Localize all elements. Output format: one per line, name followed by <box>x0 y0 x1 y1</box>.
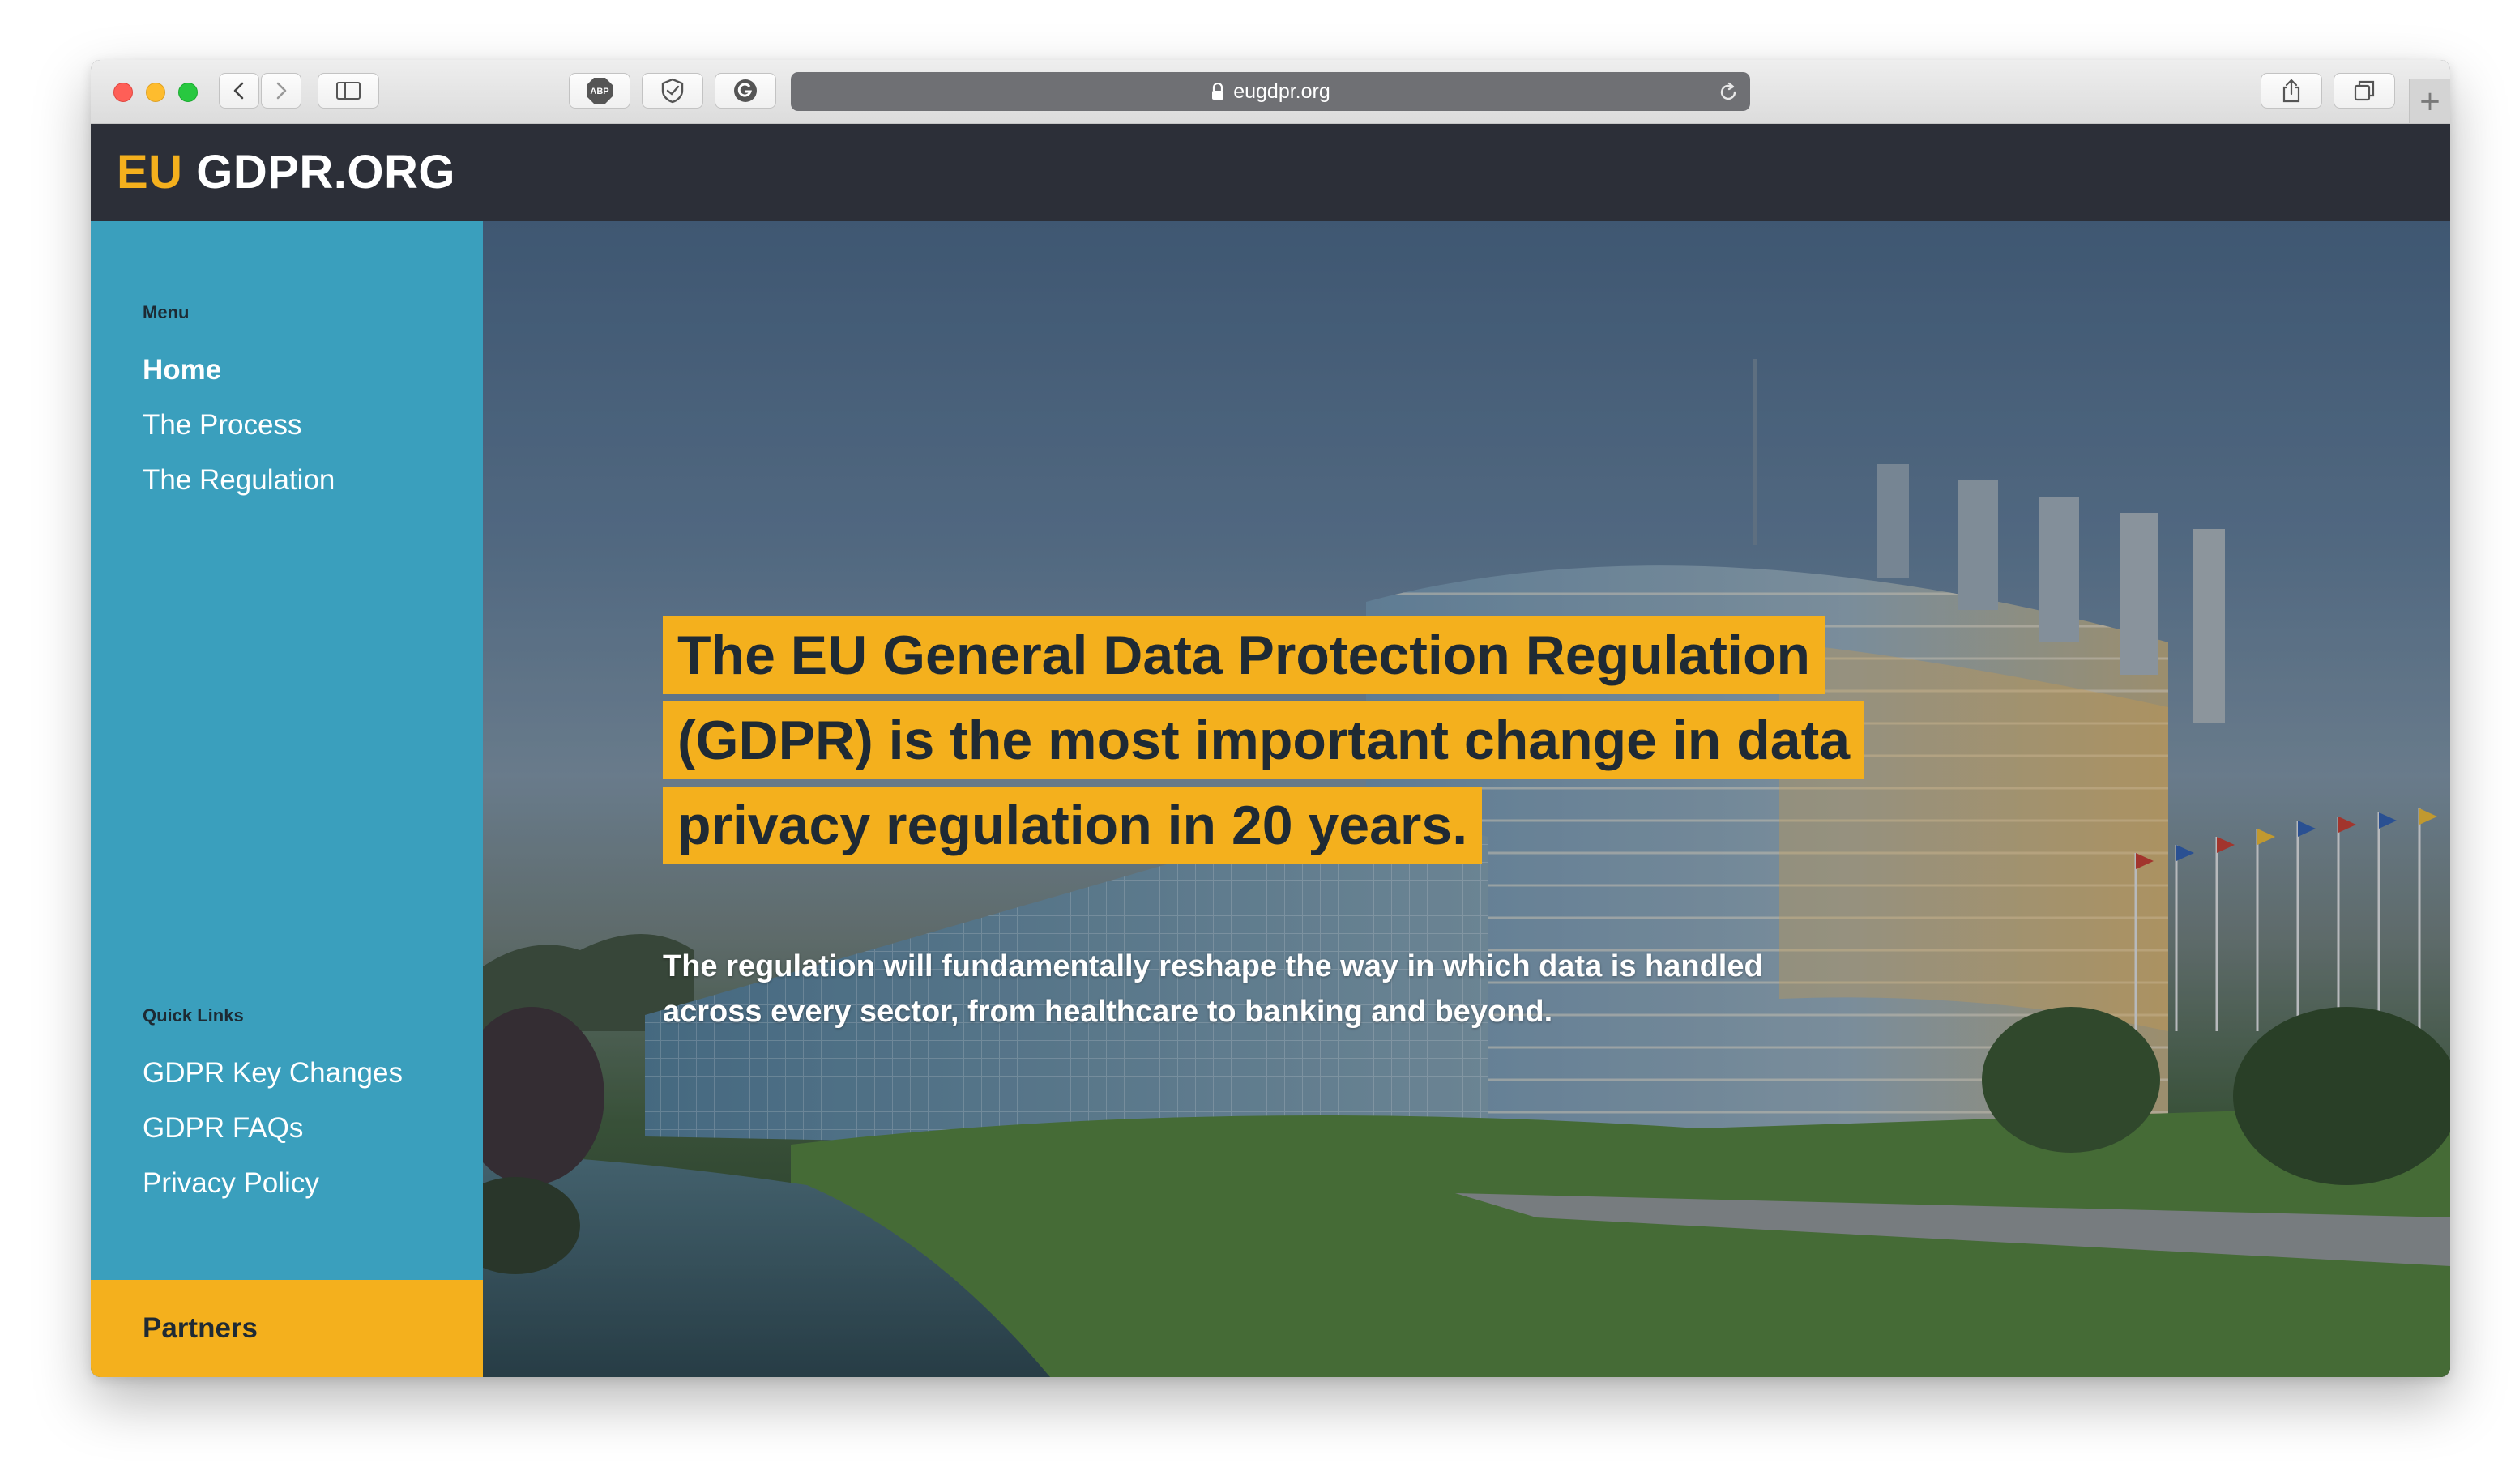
quick-links: GDPR Key Changes GDPR FAQs Privacy Polic… <box>143 1046 403 1211</box>
site-logo[interactable]: EU GDPR.ORG <box>117 145 455 199</box>
show-tabs-button[interactable] <box>2334 73 2395 109</box>
forward-button[interactable] <box>261 73 301 109</box>
quick-links-heading: Quick Links <box>143 1005 244 1026</box>
tabs-icon <box>2354 80 2375 101</box>
adblock-extension-button[interactable]: ABP <box>569 73 630 109</box>
main-menu: Home The Process The Regulation <box>143 343 335 508</box>
grammarly-extension-button[interactable] <box>715 73 776 109</box>
menu-item-home[interactable]: Home <box>143 343 335 398</box>
grammarly-icon <box>734 79 757 102</box>
new-tab-button[interactable]: + <box>2409 79 2450 123</box>
partners-button[interactable]: Partners <box>91 1280 483 1377</box>
logo-prefix: EU <box>117 146 183 198</box>
share-icon <box>2282 79 2300 103</box>
reload-icon[interactable] <box>1718 82 1739 107</box>
menu-heading: Menu <box>143 302 190 322</box>
zoom-window-button[interactable] <box>178 83 198 102</box>
sidebar-icon <box>336 82 361 100</box>
close-window-button[interactable] <box>113 83 133 102</box>
sidebar: Menu Home The Process The Regulation Qui… <box>91 221 483 1377</box>
chevron-left-icon <box>233 82 244 100</box>
browser-window: ABP eugdpr.org + EU GDPR.ORG Menu Home T… <box>91 60 2450 1377</box>
browser-toolbar: ABP eugdpr.org + <box>91 60 2450 124</box>
chevron-right-icon <box>276 82 287 100</box>
sidebar-toggle-button[interactable] <box>318 73 379 109</box>
lock-icon <box>1211 83 1225 100</box>
minimize-window-button[interactable] <box>146 83 165 102</box>
quick-link-key-changes[interactable]: GDPR Key Changes <box>143 1046 403 1101</box>
menu-item-the-process[interactable]: The Process <box>143 398 335 453</box>
partners-label: Partners <box>143 1312 258 1344</box>
menu-item-the-regulation[interactable]: The Regulation <box>143 453 335 508</box>
address-bar[interactable]: eugdpr.org <box>791 72 1750 111</box>
url-text: eugdpr.org <box>1233 79 1330 103</box>
hero-headline: The EU General Data Protection Regulatio… <box>663 613 1878 868</box>
back-button[interactable] <box>219 73 259 109</box>
share-button[interactable] <box>2261 73 2322 109</box>
quick-link-privacy-policy[interactable]: Privacy Policy <box>143 1156 403 1211</box>
hero-headline-text: The EU General Data Protection Regulatio… <box>663 616 1865 864</box>
quick-link-faqs[interactable]: GDPR FAQs <box>143 1101 403 1156</box>
logo-main: GDPR.ORG <box>196 146 456 198</box>
hero-section: The EU General Data Protection Regulatio… <box>483 221 2450 1377</box>
hero-subtext: The regulation will fundamentally reshap… <box>663 949 1763 1029</box>
svg-text:ABP: ABP <box>590 87 608 96</box>
adblock-icon: ABP <box>587 78 613 104</box>
shield-icon <box>661 78 684 104</box>
site-header: EU GDPR.ORG <box>91 124 2450 221</box>
privacy-extension-button[interactable] <box>642 73 703 109</box>
